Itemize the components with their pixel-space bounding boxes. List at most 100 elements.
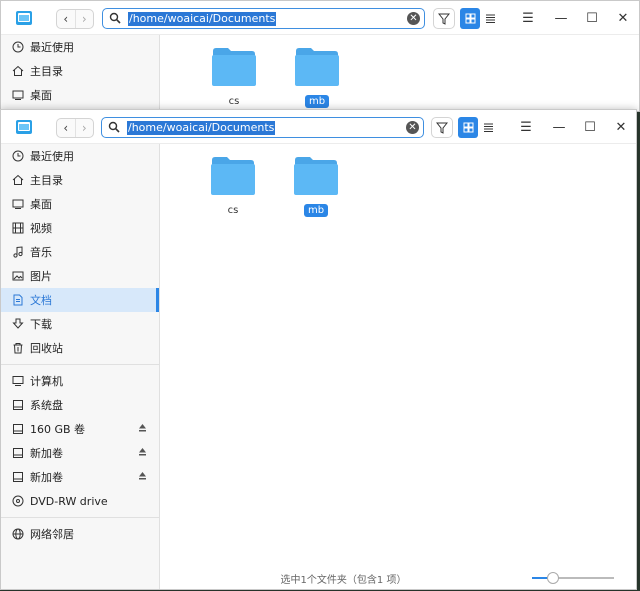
folder-name: mb bbox=[304, 95, 330, 108]
address-bar[interactable]: /home/woaicai/Documents ✕ bbox=[102, 8, 425, 29]
sidebar-item-volume-160gb[interactable]: 160 GB 卷 bbox=[1, 417, 159, 441]
zoom-slider[interactable] bbox=[532, 572, 614, 584]
minimize-button[interactable]: — bbox=[551, 9, 571, 27]
forward-button[interactable]: › bbox=[74, 119, 94, 137]
desktop-icon bbox=[11, 89, 24, 102]
close-button[interactable]: ✕ bbox=[611, 118, 631, 136]
sidebar-item-downloads[interactable]: 下载 bbox=[1, 312, 159, 336]
icon-view-button[interactable] bbox=[460, 8, 480, 29]
home-icon bbox=[11, 174, 24, 187]
grid-icon bbox=[463, 122, 473, 133]
eject-icon[interactable] bbox=[138, 471, 147, 481]
sidebar-item-label: 主目录 bbox=[30, 65, 63, 78]
sidebar-item-new-volume[interactable]: 新加卷 bbox=[1, 441, 159, 465]
sidebar-item-recent[interactable]: 最近使用 bbox=[1, 35, 159, 59]
titlebar: ‹ › /home/woaicai/Documents ✕ ☰ — ☐ ✕ bbox=[1, 1, 639, 35]
sidebar-item-computer[interactable]: 计算机 bbox=[1, 369, 159, 393]
picture-icon bbox=[11, 270, 24, 283]
sidebar-item-music[interactable]: 音乐 bbox=[1, 240, 159, 264]
file-area[interactable]: cs mb bbox=[161, 35, 639, 111]
list-icon bbox=[485, 14, 495, 23]
sidebar-item-label: 音乐 bbox=[30, 246, 52, 259]
search-icon bbox=[108, 121, 120, 133]
address-path[interactable]: /home/woaicai/Documents bbox=[128, 12, 277, 26]
menu-button[interactable]: ☰ bbox=[518, 9, 538, 27]
minimize-button[interactable]: — bbox=[549, 118, 569, 136]
back-button[interactable]: ‹ bbox=[57, 119, 75, 137]
close-button[interactable]: ✕ bbox=[613, 9, 633, 27]
sidebar-item-home[interactable]: 主目录 bbox=[1, 59, 159, 83]
file-manager-app-icon bbox=[16, 120, 32, 134]
view-mode-switch bbox=[460, 8, 500, 29]
view-mode-switch bbox=[458, 117, 498, 138]
trash-icon bbox=[11, 342, 24, 355]
clock-icon bbox=[11, 41, 24, 54]
sidebar-item-label: 系统盘 bbox=[30, 399, 63, 412]
address-path[interactable]: /home/woaicai/Documents bbox=[127, 121, 276, 135]
filter-icon bbox=[438, 13, 450, 25]
clear-icon[interactable]: ✕ bbox=[407, 12, 420, 25]
file-manager-app-icon bbox=[16, 11, 32, 25]
maximize-button[interactable]: ☐ bbox=[580, 118, 600, 136]
folder-icon bbox=[211, 47, 257, 87]
file-area[interactable]: cs mb bbox=[161, 144, 636, 589]
selection-status: 选中1个文件夹（包含1 项） bbox=[280, 575, 407, 586]
folder-item[interactable]: cs bbox=[198, 156, 268, 217]
eject-icon[interactable] bbox=[138, 447, 147, 457]
folder-item[interactable]: mb bbox=[281, 156, 351, 217]
sidebar-item-label: 主目录 bbox=[30, 174, 63, 187]
navigation-buttons: ‹ › bbox=[56, 118, 94, 138]
clear-icon[interactable]: ✕ bbox=[406, 121, 419, 134]
eject-icon[interactable] bbox=[138, 423, 147, 433]
filter-button[interactable] bbox=[431, 117, 453, 138]
computer-icon bbox=[11, 375, 24, 388]
folder-name: mb bbox=[303, 204, 329, 217]
disk-icon bbox=[11, 471, 24, 484]
download-icon bbox=[11, 318, 24, 331]
sidebar-item-dvd-drive[interactable]: DVD-RW drive bbox=[1, 489, 159, 513]
sidebar-item-label: 桌面 bbox=[30, 198, 52, 211]
maximize-button[interactable]: ☐ bbox=[582, 9, 602, 27]
sidebar-item-network[interactable]: 网络邻居 bbox=[1, 522, 159, 546]
sidebar-item-new-volume[interactable]: 新加卷 bbox=[1, 465, 159, 489]
sidebar-item-desktop[interactable]: 桌面 bbox=[1, 192, 159, 216]
status-bar: 选中1个文件夹（包含1 项） bbox=[161, 567, 636, 589]
menu-button[interactable]: ☰ bbox=[516, 118, 536, 136]
filter-button[interactable] bbox=[433, 8, 455, 29]
desktop-icon bbox=[11, 198, 24, 211]
sidebar-item-trash[interactable]: 回收站 bbox=[1, 336, 159, 360]
sidebar: 最近使用 主目录 桌面 视频 音乐 图片 文档 下载 回收站 计算机 系统盘 1… bbox=[1, 144, 160, 589]
file-manager-window[interactable]: ‹ › /home/woaicai/Documents ✕ ☰ — ☐ ✕ 最近… bbox=[0, 109, 637, 590]
folder-name: cs bbox=[227, 205, 239, 216]
zoom-slider-handle[interactable] bbox=[546, 572, 559, 584]
sidebar-item-desktop[interactable]: 桌面 bbox=[1, 83, 159, 107]
folder-name: cs bbox=[228, 96, 240, 107]
folder-icon bbox=[293, 156, 339, 196]
sidebar-item-home[interactable]: 主目录 bbox=[1, 168, 159, 192]
forward-button[interactable]: › bbox=[74, 10, 94, 28]
sidebar-item-system-disk[interactable]: 系统盘 bbox=[1, 393, 159, 417]
sidebar-item-label: 计算机 bbox=[30, 375, 63, 388]
sidebar-item-documents[interactable]: 文档 bbox=[1, 288, 159, 312]
home-icon bbox=[11, 65, 24, 78]
music-icon bbox=[11, 246, 24, 259]
icon-view-button[interactable] bbox=[458, 117, 478, 138]
back-button[interactable]: ‹ bbox=[57, 10, 75, 28]
file-manager-window-background[interactable]: ‹ › /home/woaicai/Documents ✕ ☰ — ☐ ✕ 最近… bbox=[0, 0, 640, 112]
sidebar-item-label: 回收站 bbox=[30, 342, 63, 355]
clock-icon bbox=[11, 150, 24, 163]
disc-icon bbox=[11, 495, 24, 508]
list-view-button[interactable] bbox=[478, 117, 498, 138]
address-bar[interactable]: /home/woaicai/Documents ✕ bbox=[101, 117, 424, 138]
list-view-button[interactable] bbox=[480, 8, 500, 29]
folder-icon bbox=[210, 156, 256, 196]
folder-item[interactable]: mb bbox=[282, 47, 352, 108]
folder-item[interactable]: cs bbox=[199, 47, 269, 108]
titlebar: ‹ › /home/woaicai/Documents ✕ ☰ — ☐ ✕ bbox=[1, 110, 636, 144]
navigation-buttons: ‹ › bbox=[56, 9, 94, 29]
sidebar-item-videos[interactable]: 视频 bbox=[1, 216, 159, 240]
list-icon bbox=[483, 123, 493, 132]
sidebar-item-pictures[interactable]: 图片 bbox=[1, 264, 159, 288]
sidebar-item-recent[interactable]: 最近使用 bbox=[1, 144, 159, 168]
sidebar-item-label: 最近使用 bbox=[30, 41, 74, 54]
